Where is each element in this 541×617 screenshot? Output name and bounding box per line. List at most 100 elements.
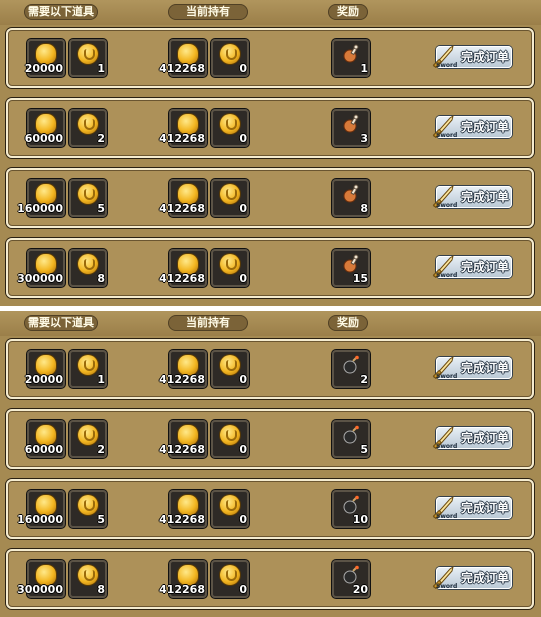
required-coin-count: 20000	[24, 62, 63, 75]
button-label: 完成订单	[460, 571, 509, 585]
required-coin-count: 20000	[24, 373, 63, 386]
owned-token-slot: 0	[211, 420, 249, 458]
complete-order-button[interactable]: 完成订单 Sword	[430, 112, 514, 142]
button-label: 完成订单	[460, 361, 509, 375]
complete-order-button[interactable]: 完成订单 Sword	[430, 252, 514, 282]
reward-slot[interactable]: 2	[332, 350, 370, 388]
meat-icon	[343, 254, 359, 273]
owned-coin-slot: 412268	[159, 39, 207, 77]
gold-token-icon	[220, 254, 240, 274]
bomb-icon	[343, 355, 359, 374]
gold-coin-icon	[36, 355, 56, 375]
reward-slot[interactable]: 5	[332, 420, 370, 458]
gold-token-icon	[220, 425, 240, 445]
header-required: 需要以下道具	[24, 4, 98, 20]
required-token-count: 5	[97, 513, 105, 526]
order-row: 300000 8 412268 0 20 完成订单 Sword	[6, 549, 534, 609]
required-coin-slot: 20000	[24, 39, 65, 77]
gold-token-icon	[220, 355, 240, 375]
owned-token-count: 0	[239, 513, 247, 526]
required-coin-slot: 160000	[17, 179, 65, 217]
complete-order-button[interactable]: 完成订单 Sword	[430, 353, 514, 383]
reward-slot[interactable]: 8	[332, 179, 370, 217]
required-token-slot: 5	[69, 179, 107, 217]
owned-coin-count: 412268	[159, 583, 205, 596]
owned-token-slot: 0	[211, 350, 249, 388]
owned-token-slot: 0	[211, 560, 249, 598]
order-panel-bomb: 需要以下道具 当前持有 奖励 20000 1 412268 0 2 完成订单 S…	[0, 311, 541, 617]
reward-count: 15	[352, 272, 368, 285]
owned-token-count: 0	[239, 132, 247, 145]
complete-order-button[interactable]: 完成订单 Sword	[430, 563, 514, 593]
meat-icon	[343, 114, 359, 133]
complete-order-button[interactable]: 完成订单 Sword	[430, 182, 514, 212]
complete-order-button[interactable]: 完成订单 Sword	[430, 423, 514, 453]
bomb-icon	[343, 565, 359, 584]
header-owned: 当前持有	[168, 315, 248, 331]
button-label: 完成订单	[460, 501, 509, 515]
gold-coin-icon	[36, 114, 56, 134]
button-sublabel: Sword	[436, 373, 458, 380]
header-reward: 奖励	[328, 315, 368, 331]
gold-coin-icon	[178, 565, 198, 585]
reward-slot[interactable]: 10	[332, 490, 370, 528]
gold-token-icon	[78, 565, 98, 585]
button-sublabel: Sword	[436, 443, 458, 450]
button-label: 完成订单	[460, 50, 509, 64]
owned-token-count: 0	[239, 202, 247, 215]
owned-token-slot: 0	[211, 179, 249, 217]
reward-count: 1	[360, 62, 368, 75]
gold-token-icon	[220, 565, 240, 585]
complete-order-button[interactable]: 完成订单 Sword	[430, 493, 514, 523]
meat-icon	[343, 184, 359, 203]
owned-coin-count: 412268	[159, 202, 205, 215]
owned-coin-slot: 412268	[159, 420, 207, 458]
required-token-slot: 2	[69, 420, 107, 458]
required-token-count: 5	[97, 202, 105, 215]
required-token-count: 1	[97, 373, 105, 386]
gold-coin-icon	[36, 254, 56, 274]
required-token-slot: 1	[69, 350, 107, 388]
gold-coin-icon	[36, 425, 56, 445]
gold-coin-icon	[36, 184, 56, 204]
required-token-count: 8	[97, 272, 105, 285]
panel-header: 需要以下道具 当前持有 奖励	[0, 0, 541, 25]
required-token-slot: 8	[69, 249, 107, 287]
gold-coin-icon	[36, 565, 56, 585]
reward-count: 10	[352, 513, 368, 526]
owned-coin-count: 412268	[159, 62, 205, 75]
gold-token-icon	[78, 495, 98, 515]
required-token-count: 1	[97, 62, 105, 75]
gold-coin-icon	[36, 44, 56, 64]
complete-order-button[interactable]: 完成订单 Sword	[430, 42, 514, 72]
order-row: 60000 2 412268 0 3 完成订单 Sword	[6, 98, 534, 158]
button-label: 完成订单	[460, 260, 509, 274]
reward-count: 2	[360, 373, 368, 386]
required-coin-slot: 60000	[24, 109, 65, 147]
owned-token-slot: 0	[211, 249, 249, 287]
owned-coin-count: 412268	[159, 513, 205, 526]
header-reward: 奖励	[328, 4, 368, 20]
owned-token-slot: 0	[211, 490, 249, 528]
button-sublabel: Sword	[436, 132, 458, 139]
owned-coin-slot: 412268	[159, 249, 207, 287]
gold-token-icon	[78, 184, 98, 204]
reward-count: 8	[360, 202, 368, 215]
reward-slot[interactable]: 15	[332, 249, 370, 287]
owned-token-count: 0	[239, 443, 247, 456]
reward-slot[interactable]: 20	[332, 560, 370, 598]
reward-slot[interactable]: 3	[332, 109, 370, 147]
owned-coin-count: 412268	[159, 132, 205, 145]
button-sublabel: Sword	[436, 62, 458, 69]
owned-token-slot: 0	[211, 109, 249, 147]
button-sublabel: Sword	[436, 202, 458, 209]
gold-token-icon	[220, 184, 240, 204]
reward-slot[interactable]: 1	[332, 39, 370, 77]
required-coin-slot: 20000	[24, 350, 65, 388]
owned-coin-slot: 412268	[159, 350, 207, 388]
required-coin-slot: 300000	[17, 560, 65, 598]
gold-token-icon	[78, 425, 98, 445]
gold-token-icon	[220, 495, 240, 515]
required-coin-count: 60000	[24, 132, 63, 145]
header-required: 需要以下道具	[24, 315, 98, 331]
